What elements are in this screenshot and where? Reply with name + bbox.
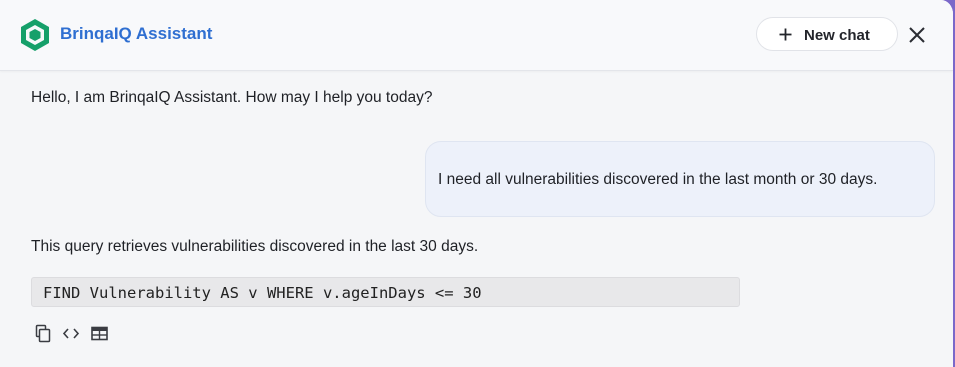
copy-icon[interactable]	[33, 324, 53, 344]
table-icon[interactable]	[90, 324, 110, 344]
assistant-greeting-message: Hello, I am BrinqaIQ Assistant. How may …	[31, 89, 433, 106]
app-title: BrinqaIQ Assistant	[60, 24, 213, 43]
plus-icon	[779, 28, 792, 41]
user-message-text: I need all vulnerabilities discovered in…	[438, 171, 878, 188]
brinqa-logo-icon	[21, 19, 49, 51]
query-code-block[interactable]: FIND Vulnerability AS v WHERE v.ageInDay…	[31, 277, 740, 307]
close-icon[interactable]	[907, 25, 927, 45]
code-icon[interactable]	[61, 324, 81, 344]
new-chat-button[interactable]: New chat	[756, 17, 898, 51]
assistant-panel: BrinqaIQ Assistant New chat Hello, I am …	[0, 0, 955, 367]
query-code-text[interactable]: FIND Vulnerability AS v WHERE v.ageInDay…	[43, 284, 482, 302]
new-chat-label: New chat	[804, 27, 870, 44]
assistant-reply-message: This query retrieves vulnerabilities dis…	[31, 238, 479, 255]
header: BrinqaIQ Assistant New chat	[0, 0, 953, 71]
user-message-bubble: I need all vulnerabilities discovered in…	[425, 141, 935, 217]
